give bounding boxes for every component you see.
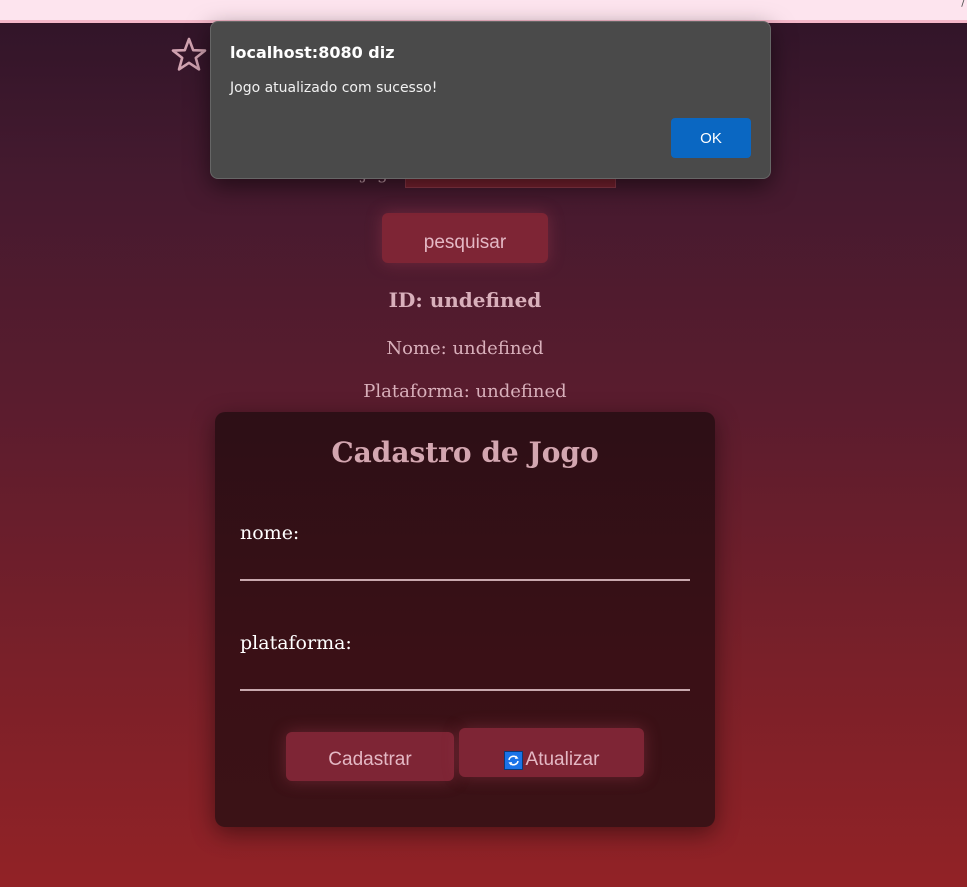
atualizar-button[interactable]: Atualizar [459, 728, 644, 777]
nome-label: nome: [240, 522, 300, 544]
star-icon[interactable] [170, 36, 208, 74]
plataforma-label: plataforma: [240, 632, 352, 654]
browser-top-strip: / [0, 0, 967, 23]
atualizar-label: Atualizar [525, 749, 600, 770]
dialog-message: Jogo atualizado com sucesso! [230, 80, 438, 96]
alert-dialog: localhost:8080 diz Jogo atualizado com s… [210, 21, 771, 179]
dialog-ok-button[interactable]: OK [671, 118, 751, 158]
plataforma-input[interactable] [240, 663, 690, 691]
cadastrar-button[interactable]: Cadastrar [286, 732, 454, 781]
result-plataforma: Plataforma: undefined [0, 381, 930, 402]
refresh-icon [503, 750, 523, 770]
nome-input[interactable] [240, 553, 690, 581]
game-form-card: Cadastro de Jogo nome: plataforma: Cadas… [215, 412, 715, 827]
browser-corner-glyph: / [961, 0, 965, 9]
result-id: ID: undefined [0, 288, 930, 312]
dialog-title: localhost:8080 diz [230, 43, 395, 62]
search-button[interactable]: pesquisar [382, 213, 548, 263]
result-nome-text: Nome: undefined [386, 338, 544, 359]
result-id-text: ID: undefined [388, 288, 542, 312]
result-plataforma-text: Plataforma: undefined [363, 381, 567, 402]
form-title: Cadastro de Jogo [331, 436, 599, 469]
result-nome: Nome: undefined [0, 338, 930, 359]
